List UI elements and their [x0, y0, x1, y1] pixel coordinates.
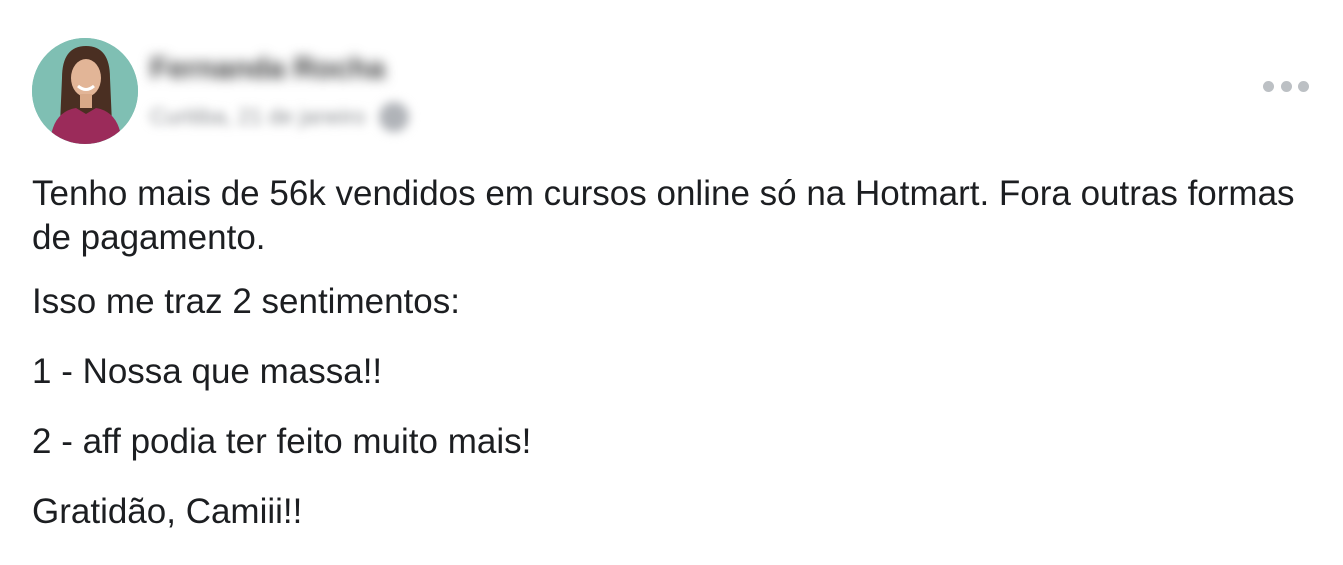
post-paragraph: 1 - Nossa que massa!! [32, 352, 383, 391]
author-name[interactable]: Fernanda Rocha [150, 52, 385, 86]
post-meta: Curitiba, 21 de janeiro [150, 102, 410, 132]
post-location-date[interactable]: Curitiba, 21 de janeiro [150, 104, 365, 130]
author-avatar[interactable] [32, 38, 138, 144]
globe-icon [379, 102, 410, 132]
profile-photo-icon [32, 38, 138, 144]
post-text: Tenho mais de 56k vendidos em cursos onl… [32, 172, 1312, 560]
post-paragraph: Tenho mais de 56k vendidos em cursos onl… [32, 174, 1295, 257]
post-paragraph: 2 - aff podia ter feito muito mais! [32, 422, 532, 461]
post-paragraph: Gratidão, Camiii!! [32, 492, 303, 531]
post-card: Fernanda Rocha Curitiba, 21 de janeiro T… [0, 0, 1343, 565]
post-paragraph: Isso me traz 2 sentimentos: [32, 282, 460, 321]
dot-icon [1263, 80, 1274, 92]
more-options-icon[interactable] [1263, 74, 1309, 98]
dot-icon [1280, 80, 1292, 92]
dot-icon [1298, 80, 1309, 92]
